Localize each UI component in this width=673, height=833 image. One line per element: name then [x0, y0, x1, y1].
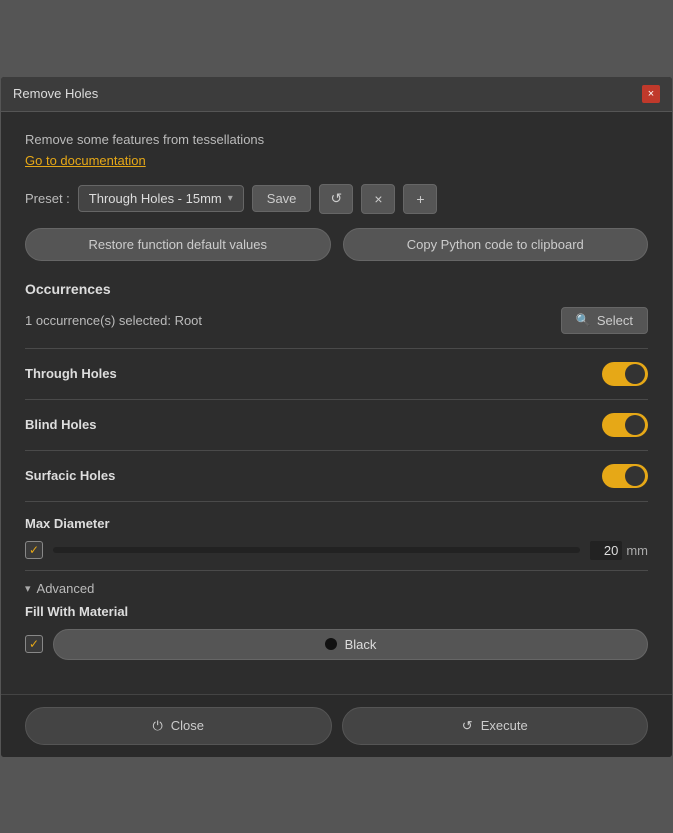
advanced-label: Advanced [37, 581, 95, 596]
fill-with-material-section: Fill With Material ✓ Black [25, 604, 648, 674]
fill-row: ✓ Black [25, 629, 648, 660]
through-holes-label: Through Holes [25, 366, 117, 381]
surfacic-holes-row: Surfacic Holes [25, 451, 648, 501]
surfacic-holes-label: Surfacic Holes [25, 468, 115, 483]
through-holes-toggle[interactable] [602, 362, 648, 386]
title-bar: Remove Holes × [1, 77, 672, 112]
blind-holes-row: Blind Holes [25, 400, 648, 450]
material-dropdown[interactable]: Black [53, 629, 648, 660]
close-window-button[interactable]: × [642, 85, 660, 103]
blind-holes-label: Blind Holes [25, 417, 97, 432]
clear-button[interactable]: × [361, 184, 395, 214]
close-button[interactable]: ⏻ Close [25, 707, 332, 745]
description-text: Remove some features from tessellations [25, 132, 648, 147]
preset-value: Through Holes - 15mm [89, 191, 222, 206]
material-name: Black [345, 637, 377, 652]
chevron-down-icon: ▾ [228, 193, 233, 204]
action-row: Restore function default values Copy Pyt… [25, 228, 648, 261]
select-button-label: Select [597, 313, 633, 328]
blind-holes-toggle[interactable] [602, 413, 648, 437]
through-holes-slider [602, 362, 648, 386]
preset-row: Preset : Through Holes - 15mm ▾ Save ↺ ×… [25, 184, 648, 214]
fill-material-checkbox[interactable]: ✓ [25, 635, 43, 653]
main-content: Remove some features from tessellations … [1, 112, 672, 694]
remove-holes-window: Remove Holes × Remove some features from… [0, 76, 673, 758]
documentation-link[interactable]: Go to documentation [25, 153, 146, 168]
occurrences-text: 1 occurrence(s) selected: Root [25, 313, 202, 328]
execute-label: Execute [481, 718, 528, 733]
fill-title: Fill With Material [25, 604, 648, 619]
preset-label: Preset : [25, 191, 70, 206]
select-button[interactable]: 🔍 Select [561, 307, 648, 334]
surfacic-holes-toggle[interactable] [602, 464, 648, 488]
close-icon: ⏻ [152, 718, 162, 734]
window-title: Remove Holes [13, 86, 98, 101]
occurrences-section-title: Occurrences [25, 281, 648, 297]
copy-python-button[interactable]: Copy Python code to clipboard [343, 228, 649, 261]
advanced-chevron-icon: ▾ [25, 582, 31, 595]
diameter-slider[interactable] [53, 547, 580, 553]
save-button[interactable]: Save [252, 185, 312, 212]
execute-icon: ↺ [462, 718, 473, 734]
max-diameter-section: Max Diameter ✓ mm [25, 502, 648, 570]
diameter-value-wrap: mm [590, 541, 648, 560]
max-diameter-label: Max Diameter [25, 516, 648, 531]
max-diameter-checkbox[interactable]: ✓ [25, 541, 43, 559]
occurrences-row: 1 occurrence(s) selected: Root 🔍 Select [25, 307, 648, 334]
through-holes-row: Through Holes [25, 349, 648, 399]
material-color-dot [325, 638, 337, 650]
restore-defaults-button[interactable]: Restore function default values [25, 228, 331, 261]
blind-holes-slider [602, 413, 648, 437]
refresh-button[interactable]: ↺ [319, 184, 353, 214]
advanced-row[interactable]: ▾ Advanced [25, 571, 648, 604]
footer: ⏻ Close ↺ Execute [1, 694, 672, 757]
surfacic-holes-slider [602, 464, 648, 488]
fill-check-icon: ✓ [29, 637, 39, 651]
check-icon: ✓ [29, 543, 39, 557]
preset-dropdown[interactable]: Through Holes - 15mm ▾ [78, 185, 244, 212]
close-label: Close [171, 718, 204, 733]
diameter-row: ✓ mm [25, 541, 648, 560]
add-button[interactable]: + [403, 184, 437, 214]
execute-button[interactable]: ↺ Execute [342, 707, 649, 745]
search-icon: 🔍 [576, 313, 591, 327]
unit-label: mm [626, 543, 648, 558]
diameter-input[interactable] [590, 541, 622, 560]
